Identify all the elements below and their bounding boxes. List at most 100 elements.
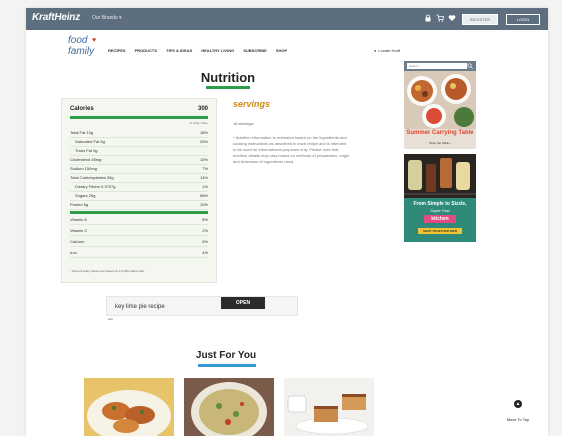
just-for-you-underline (198, 364, 256, 367)
nav-item-tips-ideas[interactable]: TIPS & IDEAS (166, 48, 192, 56)
nutrient-percent: 26% (199, 139, 208, 144)
nutrition-title: Nutrition (200, 70, 256, 85)
pasta-salad-image (184, 378, 274, 436)
top-bar: KraftHeinz Our Brands ▾ REGISTER LOGIN (26, 8, 548, 30)
nutrient-row: Sodium 150mg 7% (70, 165, 208, 174)
our-brands-menu[interactable]: Our Brands ▾ (92, 15, 121, 21)
nutrient-row: Calcium 6% (70, 238, 208, 247)
nutrition-title-underline (206, 86, 250, 89)
locate-label: Locate Kraft (378, 48, 400, 53)
nav-item-shop[interactable]: SHOP (276, 48, 287, 56)
logo-line-2: family (68, 46, 95, 57)
nutrient-percent: 8% (202, 217, 208, 222)
vitamins-divider (70, 211, 208, 214)
cart-icon[interactable] (436, 14, 444, 22)
brand-logo[interactable]: KraftHeinz (32, 12, 80, 23)
servings-count: 16 servings (233, 121, 254, 126)
nutrition-footnote: * Percent Daily Values are based on a 2,… (70, 269, 145, 273)
calories-label: Calories (70, 106, 94, 112)
move-to-top-label: Move To Top (506, 417, 530, 422)
summer-table-ad[interactable]: Search Summer Carrying Table Shop the Ta… (404, 61, 476, 149)
nutrient-row: Saturated Fat 5g 26% (70, 138, 208, 147)
locate-link[interactable]: ● Locate Kraft (374, 48, 400, 53)
kitchen-ad[interactable]: From Simple to Sizzle, Super Fast kitche… (404, 154, 476, 242)
nutrient-row: Dietary Fibers 0.3797g 1% (70, 183, 208, 192)
ad-kitchen-headline: From Simple to Sizzle, (413, 201, 467, 207)
nutrient-name: Sugars 29g (75, 193, 96, 198)
grilled-food-image (404, 71, 476, 129)
heart-icon[interactable] (448, 14, 456, 22)
food-family-logo[interactable]: food ♥ family (66, 35, 100, 61)
ad-search-input[interactable]: Search (407, 63, 467, 69)
nutrient-row: Cholesterol 45mg 15% (70, 156, 208, 165)
nav-item-healthy-living[interactable]: HEALTHY LIVING (201, 48, 234, 56)
location-pin-icon: ● (374, 48, 377, 53)
nutrient-name: Trans Fat 0g (75, 148, 98, 153)
recipe-card-1[interactable] (84, 378, 174, 436)
nutrient-row: Iron 4% (70, 249, 208, 258)
arrow-up-icon: ▲ (514, 400, 522, 408)
nutrient-percent: 2% (202, 228, 208, 233)
nutrient-name: Sodium 150mg (70, 166, 97, 171)
nutrient-name: Dietary Fibers 0.3797g (75, 184, 116, 189)
nutrient-row: Trans Fat 0g (70, 147, 208, 156)
nutrient-row: Sugars 29g 58% (70, 192, 208, 201)
nutrient-percent: 1% (202, 184, 208, 189)
nutrient-row: Total Fat 13g 18% (70, 129, 208, 138)
login-button[interactable]: LOGIN (506, 14, 540, 25)
nutrient-percent: 10% (199, 202, 208, 207)
page: KraftHeinz Our Brands ▾ REGISTER LOGIN f… (26, 8, 548, 436)
nutrient-percent: 7% (202, 166, 208, 171)
dessert-bars-image (284, 378, 374, 436)
nav-item-recipes[interactable]: RECIPES (108, 48, 126, 56)
nutrient-percent: 58% (199, 193, 208, 198)
nutrient-percent: 14% (199, 175, 208, 180)
nutrient-name: Iron (70, 250, 77, 255)
open-button[interactable]: OPEN (221, 297, 265, 309)
ad-kitchen-cta[interactable]: SHOP TOGETHER NOW (418, 228, 462, 234)
nutrient-percent: 18% (199, 130, 208, 135)
kitchen-brand-badge: kitchen (424, 215, 456, 223)
nutrient-percent: 6% (202, 239, 208, 244)
nutrient-name: Calcium (70, 239, 85, 244)
nutrient-name: Vitamin C (70, 228, 88, 233)
nutrient-row: Vitamin C 2% (70, 227, 208, 236)
lock-icon[interactable] (424, 14, 432, 22)
calories-divider (70, 116, 208, 119)
calories-row: Calories 300 (70, 106, 208, 115)
nutrient-name: Cholesterol 45mg (70, 157, 102, 162)
move-to-top[interactable]: ▲ Move To Top (504, 400, 532, 426)
search-icon[interactable] (467, 63, 473, 69)
nutrition-facts-card: Calories 300 % Daily Value Total Fat 13g… (61, 98, 217, 283)
recipe-card-2[interactable] (184, 378, 274, 436)
grill-skewers-image (404, 154, 476, 198)
chicken-dish-image (84, 378, 174, 436)
nutrient-percent: 15% (199, 157, 208, 162)
nutrient-name: Total Carbohydrates 39g (70, 175, 114, 180)
nutrient-name: Saturated Fat 5g (75, 139, 105, 144)
just-for-you-title: Just For You (195, 350, 257, 361)
nutrient-name: Total Fat 13g (70, 130, 94, 135)
nutrient-row: Total Carbohydrates 39g 14% (70, 174, 208, 183)
nav-item-products[interactable]: PRODUCTS (135, 48, 157, 56)
ads-caption: ads (108, 317, 113, 321)
logo-line-1: food (68, 35, 88, 46)
ad-summer-title: Summer Carrying Table (406, 130, 474, 136)
servings-title: servings (233, 99, 271, 109)
register-button[interactable]: REGISTER (462, 14, 498, 25)
ad-shop-link[interactable]: Shop the Table › (404, 141, 476, 145)
nutrient-row: Vitamin A 8% (70, 216, 208, 225)
heart-logo-icon: ♥ (92, 37, 97, 44)
nutrient-name: Vitamin A (70, 217, 87, 222)
calories-value: 300 (197, 106, 208, 112)
nutrition-disclaimer: * Nutrition information is estimated bas… (233, 135, 350, 164)
nav-item-subscribe[interactable]: SUBSCRIBE (243, 48, 267, 56)
main-nav: RECIPES PRODUCTS TIPS & IDEAS HEALTHY LI… (108, 48, 287, 56)
recipe-search-box (106, 296, 298, 316)
daily-value-header: % Daily Value (189, 121, 208, 125)
recipe-card-3[interactable] (284, 378, 374, 436)
nutrient-name: Protein 5g (70, 202, 89, 207)
nutrient-percent: 4% (202, 250, 208, 255)
nutrient-row: Protein 5g 10% (70, 201, 208, 210)
ad-kitchen-subline: Super Fast (430, 208, 450, 213)
